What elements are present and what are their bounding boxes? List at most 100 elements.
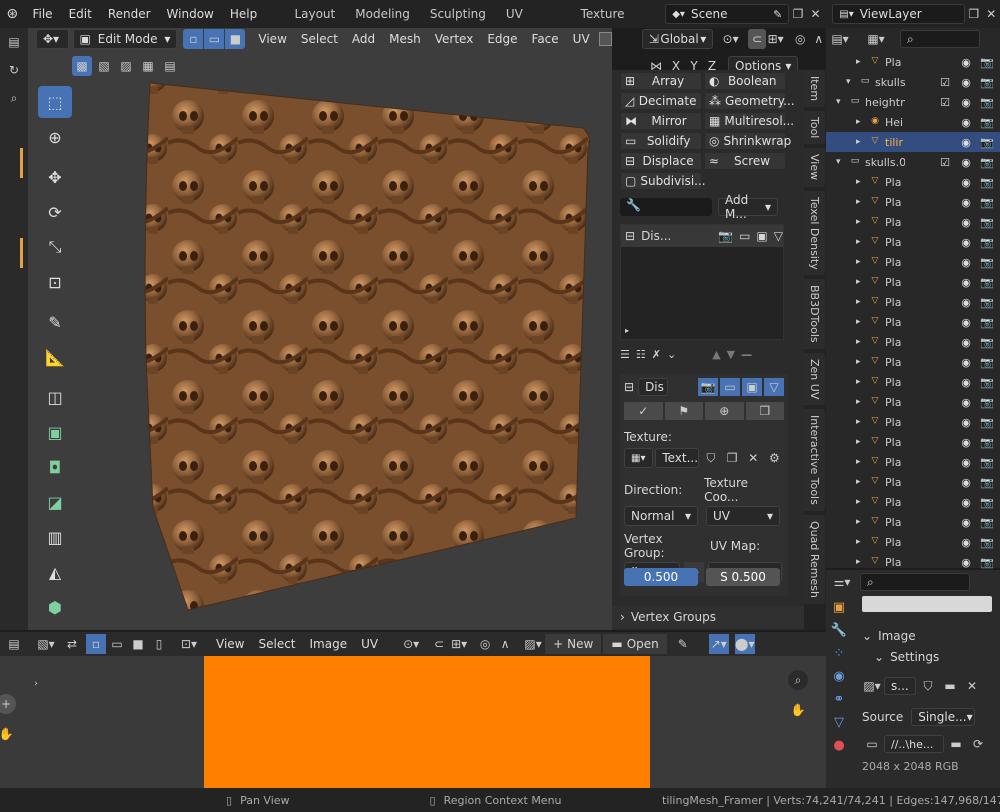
image-editor-type-icon[interactable]: ▧▾ [36, 634, 56, 654]
workspace-tab-texture-paint[interactable]: Texture Paint [571, 0, 659, 49]
menu-edge[interactable]: Edge [480, 32, 524, 46]
render-camera-icon[interactable]: 📷 [978, 376, 996, 389]
move-down-icon[interactable]: ▼ [727, 348, 735, 361]
menu-vertex[interactable]: Vertex [428, 32, 481, 46]
move-icon[interactable]: ✥ [38, 161, 72, 193]
image-menu-image[interactable]: Image [303, 637, 355, 651]
skull-mesh[interactable] [28, 28, 612, 630]
eye-icon[interactable]: ◉ [957, 396, 975, 409]
eye-icon[interactable]: ◉ [957, 156, 975, 169]
disclosure-icon[interactable]: ▸ [856, 437, 868, 447]
render-camera-icon[interactable]: 📷 [978, 136, 996, 149]
render-camera-icon[interactable]: 📷 [978, 456, 996, 469]
render-camera-icon[interactable]: 📷 [978, 96, 996, 109]
outliner-item[interactable]: ▾ ▭ skulls ☑ ◉ 📷 [826, 72, 1000, 92]
workspace-tab-uv-editing[interactable]: UV Editing [496, 0, 571, 49]
subtract-selection-icon[interactable]: ▨ [116, 56, 136, 76]
texture-browse[interactable]: ▦▾ [624, 448, 654, 468]
outliner-item[interactable]: ▸ ▽ Pla ◉ 📷 [826, 192, 1000, 212]
add-modifier-geometry[interactable]: ⁂ Geometry... [704, 92, 795, 110]
duplicate-icon[interactable]: ⊕ [705, 402, 744, 420]
editor-type-icon[interactable]: ▤ [4, 634, 24, 654]
new-scene-icon[interactable]: ❐ [789, 4, 806, 24]
material-icon[interactable]: ● [833, 738, 844, 753]
sidebar-tab-tool[interactable]: Tool [804, 111, 825, 145]
workspace-tab-layout[interactable]: Layout [284, 0, 345, 28]
sidebar-tab-texel-density[interactable]: Texel Density [804, 190, 825, 276]
outliner-item[interactable]: ▸ ▽ Pla ◉ 📷 [826, 492, 1000, 512]
add-icon[interactable]: + [0, 694, 16, 714]
sticky-select-icon[interactable]: ⊡▾ [179, 634, 199, 654]
folder-icon[interactable]: ▬ [940, 676, 960, 696]
close-icon[interactable]: ✕ [744, 448, 763, 468]
camera-icon[interactable]: 📷 [698, 378, 718, 396]
disclosure-icon[interactable]: ▸ [856, 397, 868, 407]
disclosure-icon[interactable]: ▸ [856, 357, 868, 367]
add-cube-icon[interactable]: ◫ [38, 381, 72, 413]
falloff-icon[interactable]: ∧ [495, 634, 515, 654]
disclosure-icon[interactable]: ▸ [856, 297, 868, 307]
eye-icon[interactable]: ◉ [957, 336, 975, 349]
object-data-icon[interactable]: ▣ [833, 600, 845, 615]
transform-icon[interactable]: ⊡ [38, 266, 72, 298]
reload-icon[interactable]: ⟳ [968, 734, 988, 754]
add-modifier-displace[interactable]: ⊟ Displace [620, 152, 702, 170]
editor-type-icon[interactable]: ▤ [4, 32, 24, 52]
hand-icon[interactable]: ✋ [0, 724, 16, 744]
zoom-icon[interactable]: ⌕ [788, 670, 808, 690]
collection-checkbox[interactable]: ☑ [936, 156, 954, 169]
pin-icon[interactable]: ✎ [773, 8, 782, 21]
list-icon[interactable]: ☰ [620, 348, 630, 361]
outliner-item[interactable]: ▸ ▽ Pla ◉ 📷 [826, 172, 1000, 192]
modifier-stack-item[interactable]: ⊟ Dis... 📷 ▭ ▣ ▽ [621, 225, 783, 247]
image-menu-select[interactable]: Select [251, 637, 302, 651]
midlevel-field[interactable]: 0.500 [624, 568, 698, 586]
constraints-icon[interactable]: ⚭ [834, 692, 845, 707]
disclosure-icon[interactable]: ▸ [856, 317, 868, 327]
modifier-name-field[interactable]: Dis [638, 378, 669, 396]
overlay-checkbox[interactable] [598, 32, 612, 46]
eye-icon[interactable]: ◉ [957, 56, 975, 69]
disclosure-icon[interactable]: ▾ [836, 97, 848, 107]
physics-icon[interactable]: ◉ [833, 669, 844, 684]
render-camera-icon[interactable]: 📷 [978, 516, 996, 529]
filter-icon[interactable]: ☷ [636, 348, 646, 361]
editmode-icon[interactable]: ▽ [774, 229, 783, 243]
add-modifier-solidify[interactable]: ▭ Solidify [620, 132, 702, 150]
new-selection-icon[interactable]: ▩ [72, 56, 92, 76]
texture-name-field[interactable]: Text... [655, 448, 700, 468]
shield-icon[interactable]: ⛉ [918, 676, 938, 696]
outliner-item[interactable]: ▸ ▽ Pla ◉ 📷 [826, 552, 1000, 572]
loop-cut-icon[interactable]: ▥ [38, 521, 72, 553]
collection-checkbox[interactable]: ☑ [936, 96, 954, 109]
eye-icon[interactable]: ◉ [957, 216, 975, 229]
eye-icon[interactable]: ◉ [957, 536, 975, 549]
monitor-icon[interactable]: ▭ [720, 378, 740, 396]
copy-icon[interactable]: ❐ [745, 402, 784, 420]
strength-field[interactable]: S 0.500 [706, 568, 780, 586]
eye-icon[interactable]: ◉ [957, 116, 975, 129]
menu-select[interactable]: Select [294, 32, 345, 46]
outliner-item[interactable]: ▸ ▽ Pla ◉ 📷 [826, 512, 1000, 532]
disclosure-icon[interactable]: ▸ [856, 57, 868, 67]
disclosure-icon[interactable]: ▸ [856, 257, 868, 267]
outliner-item[interactable]: ▸ ◉ Hei ◉ 📷 [826, 112, 1000, 132]
intersect-selection-icon[interactable]: ▤ [160, 56, 180, 76]
edge-select-icon[interactable]: ▭ [204, 29, 225, 49]
render-camera-icon[interactable]: 📷 [978, 236, 996, 249]
snap-icon[interactable]: ⊂ [429, 634, 449, 654]
image-browse-icon[interactable]: ▨▾ [523, 634, 543, 654]
resize-handle[interactable] [20, 148, 23, 178]
cursor-icon[interactable]: ⊕ [38, 121, 72, 153]
render-camera-icon[interactable]: 📷 [978, 416, 996, 429]
render-camera-icon[interactable]: 📷 [978, 276, 996, 289]
eye-icon[interactable]: ◉ [957, 136, 975, 149]
eye-icon[interactable]: ◉ [957, 76, 975, 89]
uv-vertex-select-icon[interactable]: ▫ [86, 634, 106, 654]
orientation-dropdown[interactable]: ⇲ Global ▾ [641, 29, 714, 49]
sidebar-tab-item[interactable]: Item [804, 70, 825, 108]
snap-target-icon[interactable]: ⊞▾ [449, 634, 469, 654]
eye-icon[interactable]: ◉ [957, 316, 975, 329]
render-camera-icon[interactable]: 📷 [978, 116, 996, 129]
eye-icon[interactable]: ◉ [957, 96, 975, 109]
